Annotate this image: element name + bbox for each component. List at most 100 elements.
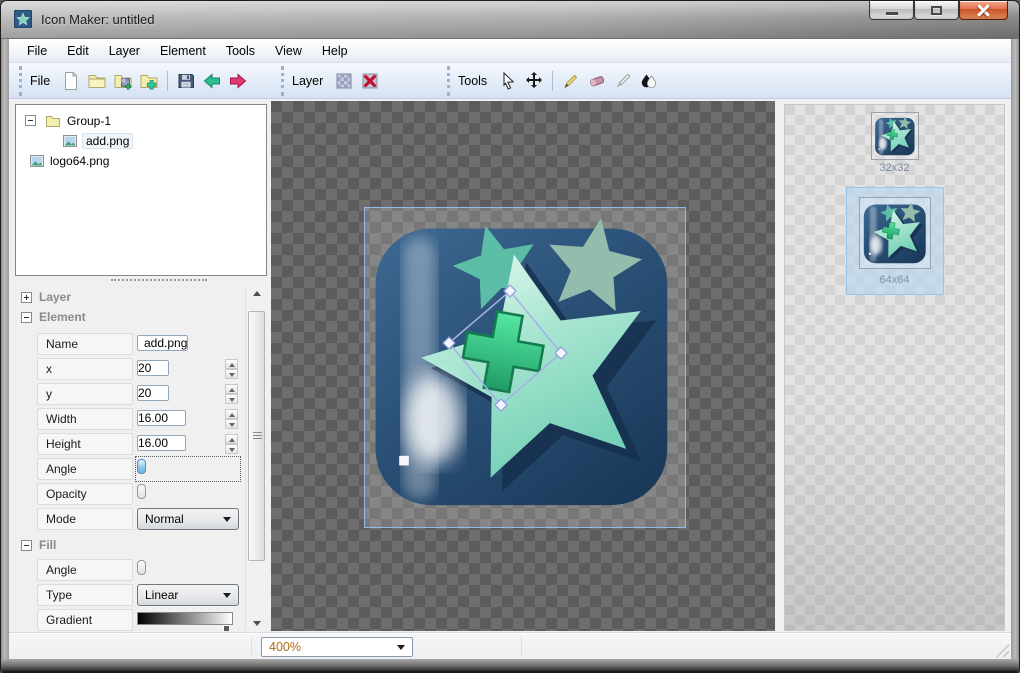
prop-row-mode: Mode Normal [37,508,239,530]
spin-up-icon[interactable] [225,409,238,419]
scroll-up-button[interactable] [248,285,265,301]
window-title: Icon Maker: untitled [41,12,155,27]
mode-select[interactable]: Normal [137,508,239,530]
toolbar-separator [167,71,169,91]
spin-down-icon[interactable] [225,419,238,429]
move-icon [526,72,543,88]
select-tool-button[interactable] [495,68,521,94]
tree-props-splitter[interactable] [15,276,267,285]
tree-item-addpng[interactable]: add.png [16,131,266,151]
collapse-icon[interactable] [21,311,32,323]
expand-icon[interactable] [21,291,32,303]
menu-file[interactable]: File [17,41,57,61]
menu-help[interactable]: Help [312,41,358,61]
toolbar-separator [552,71,554,91]
x-spinner[interactable] [225,359,238,379]
move-tool-button[interactable] [521,68,547,94]
menu-tools[interactable]: Tools [216,41,265,61]
properties-panel: Layer Element Name add.png x 20 y 20 Wid… [15,285,245,631]
spin-down-icon[interactable] [225,444,238,454]
height-label: Height [37,433,133,455]
name-input[interactable]: add.png [137,335,189,351]
props-scrollbar[interactable] [245,285,267,631]
section-layer[interactable]: Layer [21,289,71,305]
mode-value: Normal [145,512,184,526]
new-layer-button[interactable] [331,68,357,94]
titlebar[interactable]: Icon Maker: untitled [1,1,1019,39]
spin-down-icon[interactable] [225,394,238,404]
minimize-button[interactable] [869,1,914,20]
spin-up-icon[interactable] [225,359,238,369]
prop-row-fill-angle: Angle [37,559,239,581]
import-button[interactable] [199,68,225,94]
section-fill[interactable]: Fill [21,537,56,553]
x-label: x [37,358,133,380]
width-spinner[interactable] [225,409,238,429]
spin-down-icon[interactable] [225,369,238,379]
tree-item-label: logo64.png [50,154,110,168]
height-input[interactable]: 16.00 [137,435,187,451]
angle-label: Angle [37,458,133,480]
height-spinner[interactable] [225,434,238,454]
x-input[interactable]: 20 [137,360,170,376]
close-button[interactable] [959,1,1008,20]
tree-item-logo64[interactable]: logo64.png [16,151,266,171]
import-image-icon [114,75,132,90]
open-folder-button[interactable] [84,68,110,94]
preview-32[interactable]: 32x32 [870,112,919,174]
slider-thumb[interactable] [137,484,146,499]
menu-layer[interactable]: Layer [99,41,150,61]
layer-tree[interactable]: Group-1 add.png logo64.png [15,104,267,276]
maximize-button[interactable] [914,1,959,20]
menu-view[interactable]: View [265,41,312,61]
preview-64-frame[interactable] [858,197,931,269]
toolbar-layer-label: Layer [292,74,324,88]
scroll-down-button[interactable] [248,615,265,631]
collapse-expander-icon[interactable] [25,115,36,126]
scrollbar-thumb[interactable] [248,311,265,561]
pencil-icon [564,74,578,89]
slider-thumb[interactable] [137,459,146,474]
section-element[interactable]: Element [21,309,86,325]
import-image-button[interactable] [110,68,136,94]
spin-up-icon[interactable] [225,434,238,444]
tree-item-group[interactable]: Group-1 [16,111,266,131]
eraser-tool-button[interactable] [584,68,610,94]
fill-tool-button[interactable] [636,68,662,94]
export-button[interactable] [225,68,251,94]
y-spinner[interactable] [225,384,238,404]
cursor-icon [503,71,515,90]
pencil-tool-button[interactable] [558,68,584,94]
collapse-icon[interactable] [21,539,32,551]
tree-item-label-selected: add.png [82,133,134,149]
slider-thumb[interactable] [137,560,146,575]
section-layer-label: Layer [39,290,72,304]
gradient-stop-marker[interactable] [223,625,230,631]
y-input[interactable]: 20 [137,385,170,401]
spin-up-icon[interactable] [225,384,238,394]
preview-64-selected[interactable]: 64x64 [845,187,944,295]
menu-element[interactable]: Element [150,41,216,61]
y-label: y [37,383,133,405]
window-frame-bottom [1,659,1019,672]
save-button[interactable] [173,68,199,94]
new-file-button[interactable] [58,68,84,94]
statusbar-separator [521,636,522,657]
menu-edit[interactable]: Edit [57,41,99,61]
folder-icon [46,116,60,127]
width-input[interactable]: 16.00 [137,410,187,426]
toolbar-group-tools: Tools [447,66,662,96]
eyedropper-tool-button[interactable] [610,68,636,94]
delete-layer-button[interactable] [357,68,383,94]
gradient-bar[interactable] [137,612,233,625]
toolbar-group-layer: Layer [281,66,383,96]
fill-type-value: Linear [145,588,179,602]
fill-angle-label: Angle [37,559,133,581]
resize-grip-icon[interactable] [996,644,1009,657]
preview-32-frame[interactable] [870,112,919,160]
fill-type-select[interactable]: Linear [137,584,239,606]
menubar: File Edit Layer Element Tools View Help [9,39,1011,63]
add-group-button[interactable] [136,68,162,94]
zoom-combobox[interactable]: 400% [261,637,413,657]
canvas[interactable] [271,101,775,631]
